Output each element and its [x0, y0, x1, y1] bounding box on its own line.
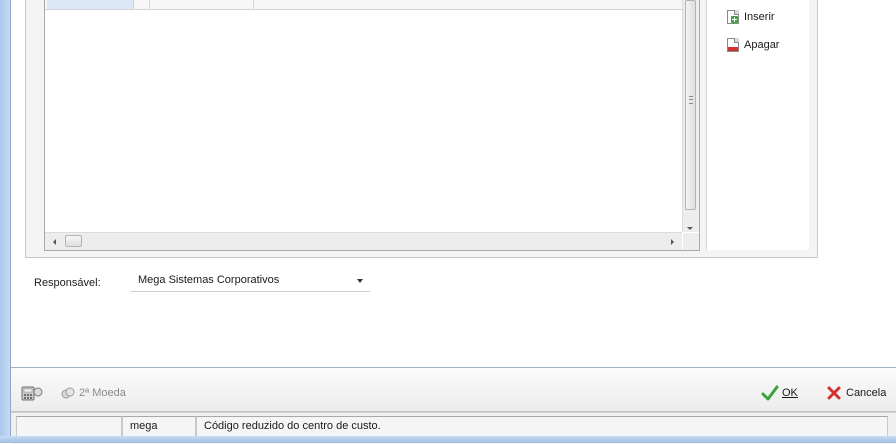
vertical-scroll-thumb[interactable] — [685, 0, 696, 210]
insert-button-label: Inserir — [744, 11, 775, 23]
second-currency-label: 2ª Moeda — [79, 387, 126, 399]
horizontal-scroll-thumb[interactable] — [65, 235, 82, 247]
delete-button-label: Apagar — [744, 39, 780, 51]
calculator-icon[interactable] — [21, 384, 43, 402]
data-grid[interactable] — [44, 0, 700, 251]
bottom-toolbar: 2ª Moeda OK Cancela — [11, 368, 896, 412]
cancel-button-label: Cancela — [846, 387, 887, 399]
scroll-corner — [683, 233, 699, 250]
scroll-grip-icon — [689, 96, 693, 104]
status-message: Código reduzido do centro de custo. — [196, 416, 888, 437]
coin-icon — [61, 387, 75, 399]
responsible-select-value: Mega Sistemas Corporativos — [138, 274, 280, 286]
scroll-left-arrow-icon[interactable] — [53, 239, 56, 245]
insert-doc-icon — [727, 10, 739, 24]
responsible-select[interactable]: Mega Sistemas Corporativos — [130, 270, 370, 292]
x-icon — [827, 386, 841, 400]
insert-button[interactable]: Inserir — [727, 8, 775, 26]
grid-column-separator — [149, 0, 150, 9]
horizontal-scrollbar[interactable] — [45, 232, 682, 250]
scroll-down-arrow-icon[interactable] — [687, 227, 693, 230]
cancel-button[interactable]: Cancela — [826, 385, 886, 401]
scroll-right-arrow-icon[interactable] — [671, 239, 674, 245]
window-frame-left — [0, 0, 11, 443]
responsible-label: Responsável: — [34, 277, 101, 289]
delete-button[interactable]: Apagar — [727, 36, 779, 54]
check-icon — [761, 385, 779, 401]
grid-header-selected-cell[interactable] — [47, 0, 134, 9]
grid-column-separator — [253, 0, 254, 9]
ok-button-label: OK — [782, 387, 798, 399]
chevron-down-icon[interactable] — [357, 279, 363, 283]
delete-doc-icon — [727, 38, 739, 52]
status-user: mega — [122, 416, 196, 437]
vertical-scrollbar[interactable] — [682, 0, 699, 232]
window-frame-bottom — [0, 436, 896, 443]
second-currency-button[interactable]: 2ª Moeda — [61, 387, 126, 399]
ok-button[interactable]: OK — [761, 385, 798, 401]
status-cell-empty — [16, 416, 122, 437]
side-actions-panel: Inserir Apagar — [706, 0, 809, 250]
grid-header — [45, 0, 685, 10]
